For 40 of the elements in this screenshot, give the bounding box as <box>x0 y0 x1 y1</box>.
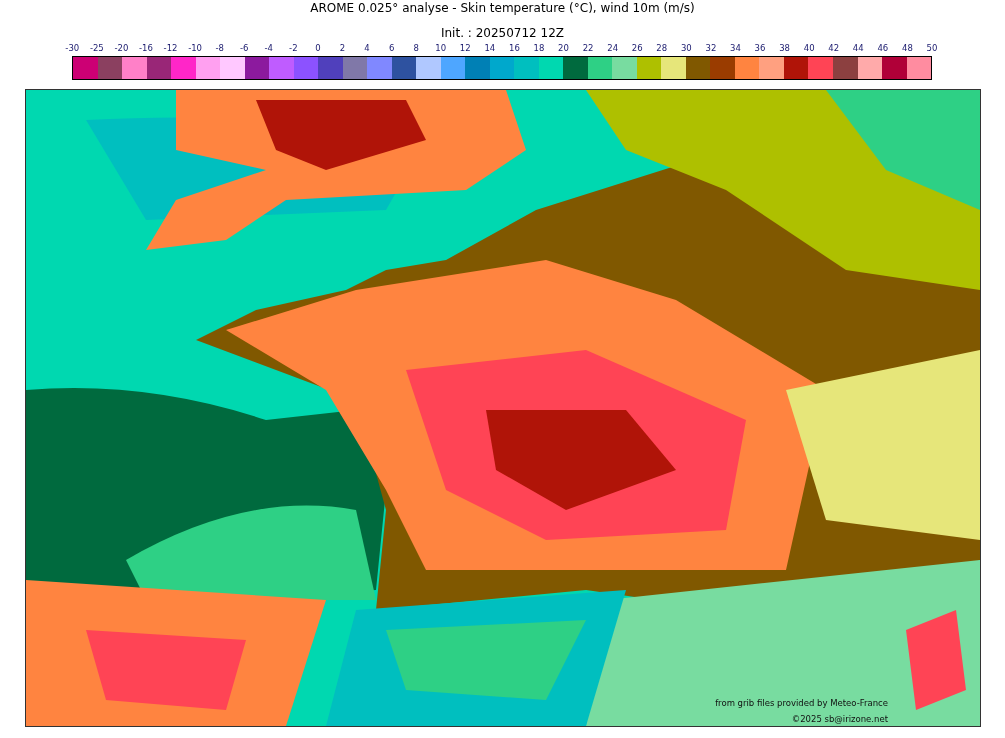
colorbar-tick-label: 48 <box>901 43 914 55</box>
colorbar-tick-label: 2 <box>338 43 347 55</box>
colorbar-tick-label: 20 <box>557 43 570 55</box>
colorbar-tick-label: 28 <box>655 43 669 55</box>
init-time: Init. : 20250712 12Z <box>439 25 566 41</box>
colorbar-tick-label: 38 <box>778 43 791 55</box>
colorbar-tick-label: -8 <box>214 43 225 55</box>
colorbar-tick-label: 36 <box>753 43 767 55</box>
chart-title: AROME 0.025° analyse - Skin temperature (°C), wind 10m (m/s) <box>309 0 696 17</box>
colorbar-tick-label: 44 <box>851 43 865 55</box>
colorbar-tick-label: -16 <box>138 43 154 55</box>
colorbar-tick-label: -4 <box>263 43 274 55</box>
colorbar-tick-label: 14 <box>483 43 497 55</box>
colorbar-tick-label: 18 <box>532 43 546 55</box>
colorbar-tick-label: 10 <box>434 43 448 55</box>
colorbar-tick-label: 50 <box>925 43 939 55</box>
colorbar-tick-label: 34 <box>729 43 742 55</box>
colorbar-tick-label: -30 <box>64 43 81 55</box>
colorbar-tick-label: 6 <box>387 43 396 55</box>
colorbar-tick-label: 8 <box>412 43 420 55</box>
colorbar-tick-label: 26 <box>630 43 644 55</box>
colorbar-tick-label: -2 <box>288 43 299 55</box>
colorbar-tick-label: 24 <box>606 43 620 55</box>
colorbar-tick-label: 4 <box>363 43 371 55</box>
colorbar-tick-label: 22 <box>581 43 595 55</box>
colorbar-tick-label: -10 <box>187 43 204 55</box>
colorbar-tick-label: -20 <box>113 43 130 55</box>
colorbar-tick-label: 30 <box>679 43 693 55</box>
colorbar-tick-label: 40 <box>802 43 816 55</box>
colorbar-tick-label: -12 <box>162 43 179 55</box>
copyright-note: ©2025 sb@irizone.net <box>791 714 888 724</box>
colorbar-tick-label: 46 <box>876 43 890 55</box>
colorbar-tick-label: 12 <box>458 43 472 55</box>
colorbar-tick-label: -25 <box>88 43 105 55</box>
colorbar-tick-label: 32 <box>704 43 718 55</box>
colorbar-tick-label: 42 <box>827 43 841 55</box>
colorbar-tick-label: 0 <box>314 43 322 55</box>
data-source-note: from grib files provided by Meteo-France <box>715 698 888 708</box>
colorbar-tick-label: 16 <box>508 43 521 55</box>
colorbar-tick-label: -6 <box>238 43 250 55</box>
